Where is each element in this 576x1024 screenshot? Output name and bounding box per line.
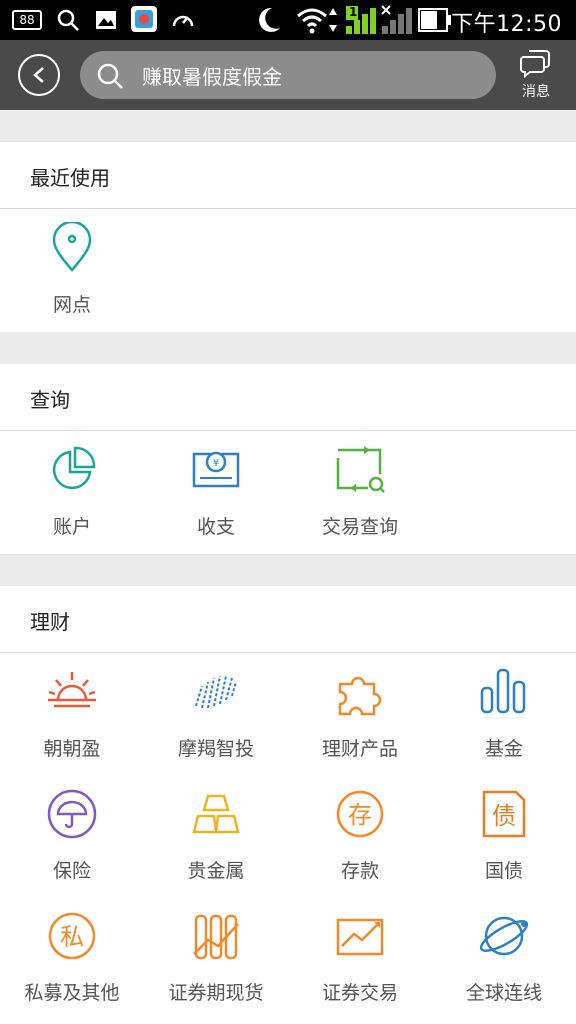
notification-count-icon: 88 xyxy=(12,10,42,30)
bar-chart-icon xyxy=(480,668,526,714)
messages-label: 消息 xyxy=(522,84,550,100)
svg-text:存: 存 xyxy=(348,801,372,829)
signal-sim2-icon xyxy=(381,5,412,34)
transaction-search-icon xyxy=(336,446,385,493)
app-notification-icon xyxy=(131,6,157,32)
back-button[interactable] xyxy=(18,54,60,96)
grid-item-label: 证券交易 xyxy=(321,982,398,1004)
grid-item-fund[interactable]: 基金 xyxy=(432,666,576,786)
grid-item-zhaozhaoying[interactable]: 朝朝盈 xyxy=(0,666,144,786)
search-input[interactable]: 赚取暑假度假金 xyxy=(80,51,496,99)
search-icon xyxy=(57,9,79,31)
umbrella-icon xyxy=(47,789,97,839)
section-recent: 最近使用 网点 xyxy=(0,142,576,332)
moon-icon xyxy=(259,7,280,32)
svg-text:¥: ¥ xyxy=(213,458,219,469)
gold-bars-icon xyxy=(192,794,240,834)
location-pin-icon xyxy=(52,222,92,272)
grid-item-label: 朝朝盈 xyxy=(43,738,101,760)
notification-count: 88 xyxy=(19,13,35,27)
data-arrows-icon xyxy=(329,8,337,32)
deposit-icon: 存 xyxy=(336,790,384,838)
bond-icon: 债 xyxy=(482,790,526,838)
grid-item-label: 摩羯智投 xyxy=(177,738,254,760)
grid-item-global-connect[interactable]: 全球连线 xyxy=(432,910,576,1024)
grid-item-label: 保险 xyxy=(52,860,91,882)
wifi-icon xyxy=(297,8,327,34)
search-placeholder: 赚取暑假度假金 xyxy=(142,65,282,89)
grid-item-wealth-products[interactable]: 理财产品 xyxy=(288,666,432,786)
grid-item-label: 理财产品 xyxy=(321,738,398,760)
section-wealth: 理财 朝朝盈 摩羯智投 理财产品 基金 保险 贵金属 存 存款 债 国债 私 私… xyxy=(0,586,576,1024)
grid-item-precious-metals[interactable]: 贵金属 xyxy=(144,788,288,908)
private-icon: 私 xyxy=(48,912,96,960)
messages-button[interactable]: 消息 xyxy=(512,46,560,104)
grid-item-private-equity[interactable]: 私 私募及其他 xyxy=(0,910,144,1024)
image-icon xyxy=(96,11,116,29)
section-title: 理财 xyxy=(30,610,70,634)
grid-item-treasury-bond[interactable]: 债 国债 xyxy=(432,788,576,908)
signal-badge: 1 xyxy=(349,5,358,19)
grid-item-label: 基金 xyxy=(484,738,523,760)
status-bar: 88 1 下午12:50 xyxy=(0,0,576,40)
grid-item-futures[interactable]: 证券期现货 xyxy=(144,910,288,1024)
section-divider xyxy=(0,208,576,209)
puzzle-icon xyxy=(338,676,382,716)
section-query: 查询 账户 ¥ 收支 交易查询 xyxy=(0,364,576,554)
grid-item-transaction-query[interactable]: 交易查询 xyxy=(288,444,432,564)
capricorn-lines-icon xyxy=(195,675,237,709)
battery-icon xyxy=(418,8,451,32)
grid-item-branch[interactable]: 网点 xyxy=(0,222,144,342)
grid-item-securities-trading[interactable]: 证券交易 xyxy=(288,910,432,1024)
section-title: 最近使用 xyxy=(30,166,110,190)
section-divider xyxy=(0,652,576,653)
section-title: 查询 xyxy=(30,388,70,412)
pie-chart-icon xyxy=(52,446,96,490)
grid-item-label: 私募及其他 xyxy=(24,982,120,1004)
grid-item-label: 证券期现货 xyxy=(168,982,264,1004)
grid-item-insurance[interactable]: 保险 xyxy=(0,788,144,908)
grid-item-label: 国债 xyxy=(484,860,523,882)
svg-text:私: 私 xyxy=(60,923,84,951)
grid-item-label: 交易查询 xyxy=(321,516,398,538)
sunrise-icon xyxy=(48,672,96,708)
grid-item-income-expense[interactable]: ¥ 收支 xyxy=(144,444,288,564)
grid-item-label: 贵金属 xyxy=(187,860,245,882)
chat-bubble-icon xyxy=(520,50,550,78)
status-time: 下午12:50 xyxy=(451,12,562,37)
speed-icon xyxy=(172,15,194,27)
grid-item-label: 全球连线 xyxy=(465,982,542,1004)
stock-trend-icon xyxy=(336,918,384,956)
search-icon xyxy=(97,63,123,89)
bill-yuan-icon: ¥ xyxy=(192,451,240,488)
grid-item-capricorn[interactable]: 摩羯智投 xyxy=(144,666,288,786)
globe-icon xyxy=(479,916,529,956)
grid-item-deposit[interactable]: 存 存款 xyxy=(288,788,432,908)
section-divider xyxy=(0,430,576,431)
chevron-left-icon xyxy=(33,67,44,83)
grid-item-label: 存款 xyxy=(340,860,379,882)
grid-item-label: 账户 xyxy=(52,516,91,538)
header-bar: 赚取暑假度假金 消息 xyxy=(0,40,576,110)
futures-icon xyxy=(193,914,239,960)
grid-item-account[interactable]: 账户 xyxy=(0,444,144,564)
grid-item-label: 收支 xyxy=(196,516,235,538)
svg-text:债: 债 xyxy=(492,802,516,830)
grid-item-label: 网点 xyxy=(52,294,91,316)
